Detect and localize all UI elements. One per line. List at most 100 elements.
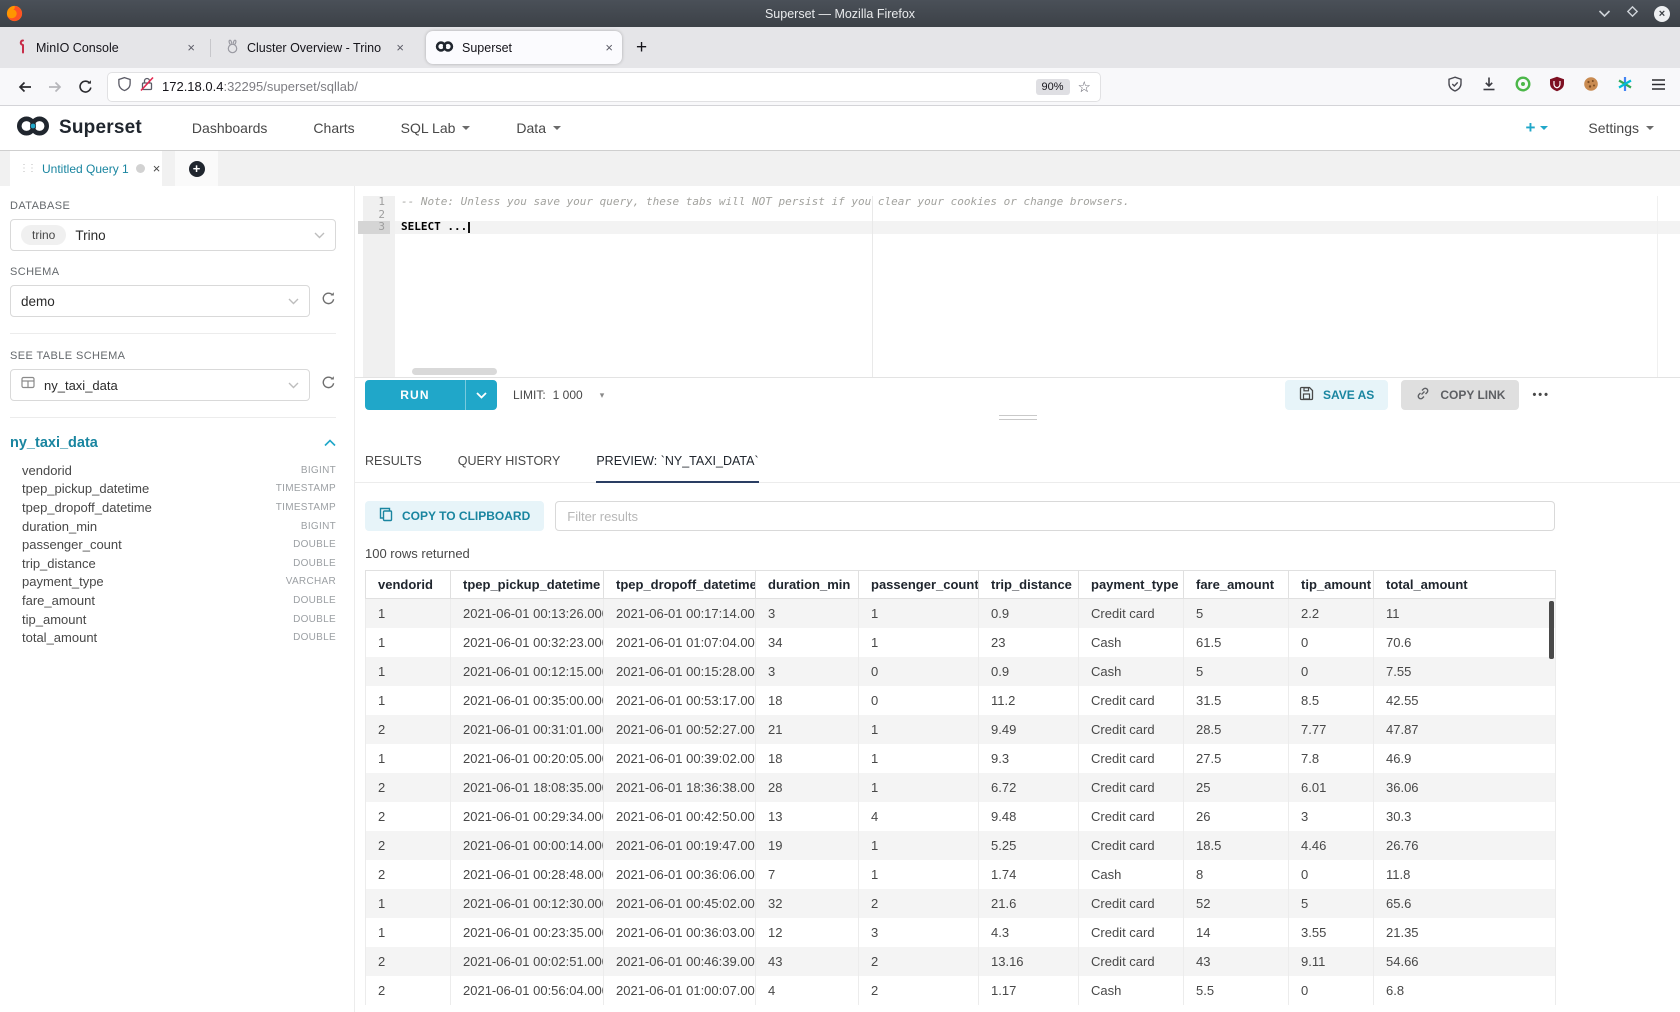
sql-toolbar: RUN LIMIT: 1 000 ▾ SAVE AS COPY LINK ••• — [355, 377, 1680, 412]
reload-button[interactable] — [70, 79, 100, 94]
forward-button[interactable] — [40, 80, 70, 94]
save-as-button[interactable]: SAVE AS — [1285, 380, 1388, 410]
query-tab-close-icon[interactable]: × — [153, 161, 161, 176]
menu-hamburger-icon[interactable] — [1651, 78, 1666, 96]
settings-menu[interactable]: Settings — [1588, 120, 1654, 136]
superset-logo-icon[interactable] — [14, 114, 52, 143]
pane-resize-handle[interactable] — [355, 412, 1680, 422]
table-select[interactable]: ny_taxi_data — [10, 369, 310, 401]
table-row[interactable]: 12021-06-01 00:13:26.0002021-06-01 00:17… — [366, 599, 1556, 628]
column-header-vendorid[interactable]: vendorid — [366, 571, 451, 599]
browser-tab-trino[interactable]: Cluster Overview - Trino × — [217, 31, 413, 64]
back-button[interactable] — [10, 80, 40, 94]
more-options-button[interactable]: ••• — [1532, 389, 1550, 401]
filter-results-input[interactable] — [555, 501, 1555, 531]
table-row[interactable]: 22021-06-01 00:02:51.0002021-06-01 00:46… — [366, 947, 1556, 976]
editor-hscrollbar-thumb[interactable] — [412, 368, 497, 375]
tab-close-icon[interactable]: × — [396, 40, 404, 55]
table-row[interactable]: 22021-06-01 00:29:34.0002021-06-01 00:42… — [366, 802, 1556, 831]
table-cell: 18 — [756, 686, 859, 715]
table-row[interactable]: 22021-06-01 00:31:01.0002021-06-01 00:52… — [366, 715, 1556, 744]
tab-query-history[interactable]: QUERY HISTORY — [458, 454, 561, 482]
tracking-shield-icon[interactable] — [117, 76, 132, 97]
add-query-tab-button[interactable]: + — [175, 151, 218, 186]
drag-handle-icon[interactable]: ⋮⋮ — [19, 163, 35, 174]
new-tab-button[interactable]: + — [636, 37, 647, 59]
shield-check-extension-icon[interactable] — [1447, 76, 1463, 97]
column-header-tpep_dropoff_datetime[interactable]: tpep_dropoff_datetime — [604, 571, 756, 599]
url-bar[interactable]: 172.18.0.4:32295/superset/sqllab/ 90% ☆ — [108, 73, 1100, 101]
window-close-button[interactable]: × — [1654, 6, 1670, 22]
run-dropdown-button[interactable] — [465, 380, 497, 410]
table-row[interactable]: 22021-06-01 00:28:48.0002021-06-01 00:36… — [366, 860, 1556, 889]
collapse-chevron-up-icon[interactable] — [324, 434, 336, 452]
database-select[interactable]: trino Trino — [10, 219, 336, 251]
tab-close-icon[interactable]: × — [605, 40, 613, 55]
schema-column-row[interactable]: duration_minBIGINT — [10, 517, 336, 536]
column-header-fare_amount[interactable]: fare_amount — [1184, 571, 1289, 599]
sql-editor[interactable]: 1 2 3 -- Note: Unless you save your quer… — [355, 196, 1680, 377]
column-header-total_amount[interactable]: total_amount — [1374, 571, 1556, 599]
colorful-asterisk-extension-icon[interactable] — [1617, 76, 1633, 97]
schema-column-row[interactable]: tpep_dropoff_datetimeTIMESTAMP — [10, 498, 336, 517]
download-icon[interactable] — [1481, 76, 1497, 97]
ublock-extension-icon[interactable] — [1549, 76, 1565, 97]
schema-column-row[interactable]: total_amountDOUBLE — [10, 628, 336, 647]
window-minimize-button[interactable] — [1598, 5, 1611, 23]
nav-item-sql-lab[interactable]: SQL Lab — [401, 120, 471, 136]
schema-column-row[interactable]: vendoridBIGINT — [10, 461, 336, 480]
window-maximize-button[interactable] — [1626, 5, 1639, 23]
column-header-payment_type[interactable]: payment_type — [1079, 571, 1184, 599]
new-item-button[interactable]: + — [1525, 118, 1548, 138]
table-schema-title[interactable]: ny_taxi_data — [10, 435, 98, 451]
schema-column-row[interactable]: fare_amountDOUBLE — [10, 591, 336, 610]
table-value: ny_taxi_data — [44, 378, 118, 393]
results-vscrollbar-thumb[interactable] — [1549, 601, 1554, 659]
refresh-schema-icon[interactable] — [321, 291, 336, 311]
copy-to-clipboard-button[interactable]: COPY TO CLIPBOARD — [365, 501, 544, 531]
copy-link-button[interactable]: COPY LINK — [1401, 380, 1519, 410]
column-header-tip_amount[interactable]: tip_amount — [1289, 571, 1374, 599]
browser-tab-superset[interactable]: Superset × — [426, 31, 622, 64]
table-cell: 4 — [859, 802, 979, 831]
schema-column-row[interactable]: trip_distanceDOUBLE — [10, 554, 336, 573]
bookmark-star-icon[interactable]: ☆ — [1078, 78, 1091, 96]
table-row[interactable]: 12021-06-01 00:20:05.0002021-06-01 00:39… — [366, 744, 1556, 773]
query-tab-untitled[interactable]: ⋮⋮ Untitled Query 1 × — [10, 151, 162, 186]
column-header-passenger_count[interactable]: passenger_count — [859, 571, 979, 599]
schema-column-row[interactable]: tpep_pickup_datetimeTIMESTAMP — [10, 480, 336, 499]
run-button[interactable]: RUN — [365, 380, 465, 410]
run-button-group: RUN — [365, 380, 497, 410]
cookie-extension-icon[interactable] — [1583, 76, 1599, 97]
nav-item-dashboards[interactable]: Dashboards — [192, 120, 268, 136]
table-row[interactable]: 22021-06-01 00:56:04.0002021-06-01 01:00… — [366, 976, 1556, 1005]
url-text[interactable]: 172.18.0.4:32295/superset/sqllab/ — [162, 79, 358, 94]
schema-column-row[interactable]: payment_typeVARCHAR — [10, 573, 336, 592]
table-row[interactable]: 12021-06-01 00:12:15.0002021-06-01 00:15… — [366, 657, 1556, 686]
table-row[interactable]: 12021-06-01 00:12:30.0002021-06-01 00:45… — [366, 889, 1556, 918]
column-header-trip_distance[interactable]: trip_distance — [979, 571, 1079, 599]
tab-results[interactable]: RESULTS — [365, 454, 422, 482]
zoom-level-badge[interactable]: 90% — [1036, 79, 1070, 95]
schema-column-row[interactable]: tip_amountDOUBLE — [10, 610, 336, 629]
table-row[interactable]: 22021-06-01 00:00:14.0002021-06-01 00:19… — [366, 831, 1556, 860]
limit-control[interactable]: LIMIT: 1 000 ▾ — [513, 388, 604, 402]
table-row[interactable]: 12021-06-01 00:35:00.0002021-06-01 00:53… — [366, 686, 1556, 715]
green-extension-icon[interactable] — [1515, 76, 1531, 97]
table-cell: 31.5 — [1184, 686, 1289, 715]
nav-item-charts[interactable]: Charts — [313, 120, 354, 136]
browser-tab-minio[interactable]: MinIO Console × — [8, 31, 204, 64]
insecure-lock-icon[interactable] — [140, 76, 154, 97]
table-row[interactable]: 12021-06-01 00:32:23.0002021-06-01 01:07… — [366, 628, 1556, 657]
schema-column-row[interactable]: passenger_countDOUBLE — [10, 535, 336, 554]
nav-item-data[interactable]: Data — [516, 120, 561, 136]
brand-name[interactable]: Superset — [59, 117, 142, 139]
table-row[interactable]: 12021-06-01 00:23:35.0002021-06-01 00:36… — [366, 918, 1556, 947]
column-header-tpep_pickup_datetime[interactable]: tpep_pickup_datetime — [451, 571, 604, 599]
table-row[interactable]: 22021-06-01 18:08:35.0002021-06-01 18:36… — [366, 773, 1556, 802]
tab-preview-ny-taxi-data[interactable]: PREVIEW: `NY_TAXI_DATA` — [596, 454, 758, 482]
column-header-duration_min[interactable]: duration_min — [756, 571, 859, 599]
refresh-table-icon[interactable] — [321, 375, 336, 395]
schema-select[interactable]: demo — [10, 285, 310, 317]
tab-close-icon[interactable]: × — [187, 40, 195, 55]
